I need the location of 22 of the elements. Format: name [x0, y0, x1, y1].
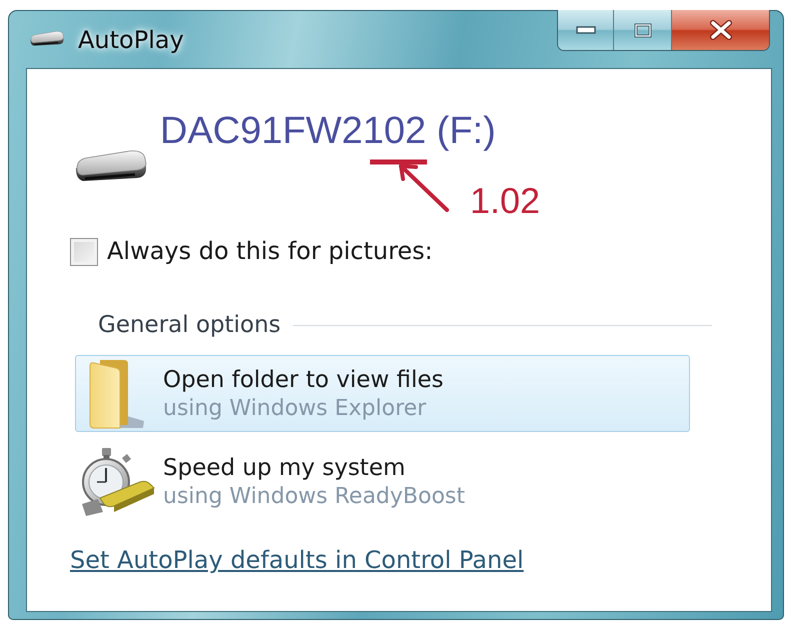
option-description: using Windows Explorer — [163, 394, 426, 422]
minimize-icon — [576, 26, 596, 34]
minimize-button[interactable] — [558, 10, 614, 50]
maximize-icon — [634, 22, 652, 38]
option-description: using Windows ReadyBoost — [163, 482, 466, 510]
option-title: Speed up my system — [163, 454, 406, 482]
annotation-arrow — [399, 164, 449, 212]
autoplay-option[interactable]: Open folder to view files using Windows Explorer — [75, 355, 690, 432]
option-title: Open folder to view files — [163, 366, 444, 394]
autoplay-option[interactable]: Speed up my system using Windows ReadyBoost — [75, 443, 690, 520]
checkbox[interactable] — [70, 238, 98, 266]
annotation-underline — [370, 160, 427, 164]
section-heading: General options — [98, 311, 281, 339]
drive-label: DAC91FW2102 (F:) — [160, 109, 496, 153]
maximize-button[interactable] — [614, 10, 672, 50]
window-title: AutoPlay — [78, 24, 184, 54]
annotation-text: 1.02 — [470, 181, 540, 221]
close-button[interactable] — [672, 10, 769, 50]
control-panel-link[interactable]: Set AutoPlay defaults in Control Panel — [70, 545, 524, 575]
drive-icon — [30, 31, 64, 48]
close-icon — [708, 20, 732, 40]
checkbox-label: Always do this for pictures: — [107, 237, 433, 266]
